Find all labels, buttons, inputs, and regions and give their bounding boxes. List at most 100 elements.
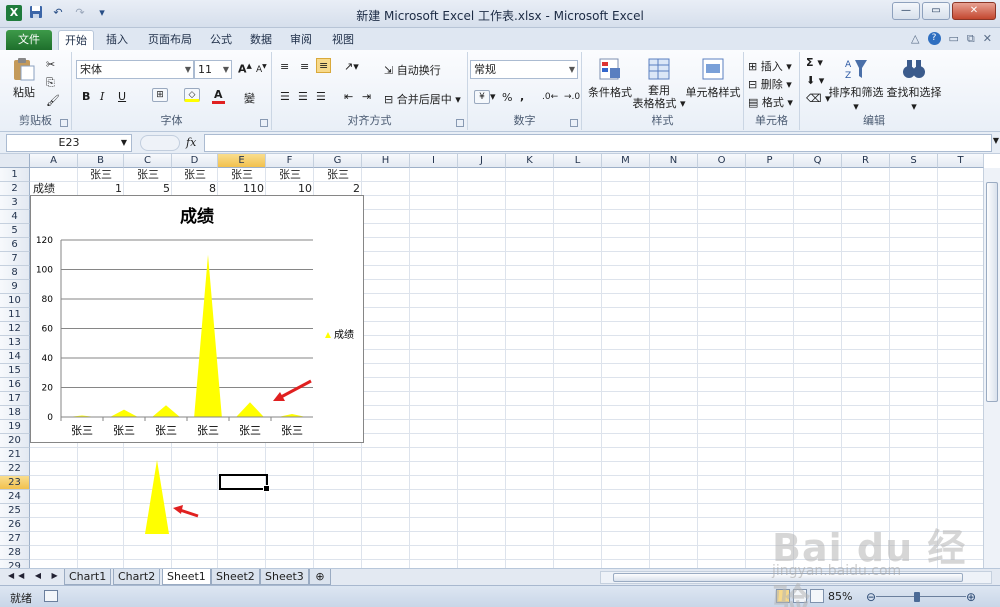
font-color-button[interactable]: A — [212, 88, 225, 104]
delete-cells-button[interactable]: ⊟ 删除 ▾ — [748, 76, 792, 92]
active-cell-E23[interactable] — [219, 474, 270, 492]
align-center-button[interactable]: ☰ — [298, 90, 308, 103]
row-header-14[interactable]: 14 — [0, 350, 30, 364]
column-header-M[interactable]: M — [602, 154, 650, 168]
tab-insert[interactable]: 插入 — [100, 30, 134, 50]
orientation-button[interactable]: ↗▾ — [344, 60, 359, 73]
row-header-25[interactable]: 25 — [0, 504, 30, 518]
column-header-R[interactable]: R — [842, 154, 890, 168]
underline-button[interactable]: U — [118, 90, 126, 103]
row-header-4[interactable]: 4 — [0, 210, 30, 224]
format-as-table-button[interactable]: 套用 表格格式 ▾ — [632, 56, 686, 110]
row-header-7[interactable]: 7 — [0, 252, 30, 266]
row-header-27[interactable]: 27 — [0, 532, 30, 546]
font-launcher-icon[interactable] — [260, 119, 268, 127]
close-button[interactable]: ✕ — [952, 2, 996, 20]
zoom-in-icon[interactable]: ⊕ — [966, 590, 976, 604]
column-header-G[interactable]: G — [314, 154, 362, 168]
minimize-ribbon-icon[interactable]: △ — [911, 32, 919, 46]
cell-F2[interactable]: 10 — [266, 182, 314, 196]
row-header-8[interactable]: 8 — [0, 266, 30, 280]
row-header-26[interactable]: 26 — [0, 518, 30, 532]
tab-file[interactable]: 文件 — [6, 30, 52, 50]
row-header-19[interactable]: 19 — [0, 420, 30, 434]
fill-button[interactable]: ⬇ ▾ — [806, 74, 824, 87]
percent-button[interactable]: % — [502, 91, 512, 104]
sheet-tab-chart1[interactable]: Chart1 — [64, 569, 112, 585]
column-header-I[interactable]: I — [410, 154, 458, 168]
macro-record-icon[interactable] — [44, 590, 58, 602]
cell-C1[interactable]: 张三 — [124, 168, 172, 182]
minimize-button[interactable]: — — [892, 2, 920, 20]
copy-icon[interactable]: ⎘ — [46, 76, 55, 90]
bold-button[interactable]: B — [82, 90, 90, 103]
cell-B2[interactable]: 1 — [78, 182, 124, 196]
restore-button[interactable]: ▭ — [922, 2, 950, 20]
zoom-knob[interactable] — [913, 592, 920, 602]
column-header-Q[interactable]: Q — [794, 154, 842, 168]
align-right-button[interactable]: ☰ — [316, 90, 326, 103]
row-header-12[interactable]: 12 — [0, 322, 30, 336]
row-header-16[interactable]: 16 — [0, 378, 30, 392]
sheet-tab-sheet2[interactable]: Sheet2 — [211, 569, 260, 585]
row-header-13[interactable]: 13 — [0, 336, 30, 350]
column-header-N[interactable]: N — [650, 154, 698, 168]
tab-home[interactable]: 开始 — [58, 30, 94, 50]
wrap-text-button[interactable]: ⇲ 自动换行 — [384, 62, 441, 78]
row-header-15[interactable]: 15 — [0, 364, 30, 378]
format-painter-icon[interactable]: 🖌 — [46, 94, 60, 107]
row-header-28[interactable]: 28 — [0, 546, 30, 560]
help-icon[interactable]: ? — [927, 32, 941, 45]
cell-A2[interactable]: 成绩 — [31, 182, 77, 196]
formula-input[interactable] — [204, 134, 992, 152]
number-format-select[interactable]: 常规 ▼ — [470, 60, 578, 79]
tab-page-layout[interactable]: 页面布局 — [142, 30, 198, 50]
doc-restore-icon[interactable]: ⧉ — [967, 32, 975, 46]
phonetic-button[interactable]: 變 — [244, 90, 255, 106]
italic-button[interactable]: I — [100, 90, 104, 103]
vertical-scrollbar[interactable] — [983, 168, 1000, 568]
row-header-6[interactable]: 6 — [0, 238, 30, 252]
cut-icon[interactable]: ✂ — [46, 58, 55, 71]
row-header-9[interactable]: 9 — [0, 280, 30, 294]
increase-indent-button[interactable]: ⇥ — [362, 90, 371, 103]
cell-D1[interactable]: 张三 — [172, 168, 218, 182]
row-header-17[interactable]: 17 — [0, 392, 30, 406]
column-header-H[interactable]: H — [362, 154, 410, 168]
align-top-button[interactable]: ≡ — [280, 60, 289, 73]
sort-filter-button[interactable]: AZ 排序和筛选 ▾ — [828, 56, 884, 113]
vertical-scroll-thumb[interactable] — [986, 182, 998, 402]
row-header-3[interactable]: 3 — [0, 196, 30, 210]
column-header-D[interactable]: D — [172, 154, 218, 168]
cell-G2[interactable]: 2 — [314, 182, 362, 196]
select-all-corner[interactable] — [0, 154, 30, 168]
expand-formula-bar-icon[interactable]: ▼ — [993, 136, 999, 145]
insert-sheet-icon[interactable]: ⊕ — [309, 569, 331, 585]
format-cells-button[interactable]: ▤ 格式 ▾ — [748, 94, 793, 110]
tab-data[interactable]: 数据 — [244, 30, 278, 50]
cell-D2[interactable]: 8 — [172, 182, 218, 196]
fill-color-button[interactable]: ◇ — [184, 88, 200, 102]
row-header-11[interactable]: 11 — [0, 308, 30, 322]
align-middle-button[interactable]: ≡ — [300, 60, 309, 73]
column-header-S[interactable]: S — [890, 154, 938, 168]
column-header-E[interactable]: E — [218, 154, 266, 168]
sheet-tab-sheet3[interactable]: Sheet3 — [260, 569, 309, 585]
align-left-button[interactable]: ☰ — [280, 90, 290, 103]
doc-minimize-icon[interactable]: ▭ — [949, 32, 959, 46]
cell-E1[interactable]: 张三 — [218, 168, 266, 182]
font-name-select[interactable]: 宋体 ▼ — [76, 60, 194, 79]
column-header-T[interactable]: T — [938, 154, 984, 168]
cell-E2[interactable]: 110 — [218, 182, 266, 196]
insert-cells-button[interactable]: ⊞ 插入 ▾ — [748, 58, 792, 74]
paste-button[interactable]: 粘贴 — [8, 56, 40, 100]
column-header-K[interactable]: K — [506, 154, 554, 168]
row-header-10[interactable]: 10 — [0, 294, 30, 308]
column-header-B[interactable]: B — [78, 154, 124, 168]
normal-view-button[interactable] — [776, 589, 790, 603]
column-header-F[interactable]: F — [266, 154, 314, 168]
row-header-22[interactable]: 22 — [0, 462, 30, 476]
row-header-24[interactable]: 24 — [0, 490, 30, 504]
sheet-tab-chart2[interactable]: Chart2 — [113, 569, 161, 585]
row-header-1[interactable]: 1 — [0, 168, 30, 182]
